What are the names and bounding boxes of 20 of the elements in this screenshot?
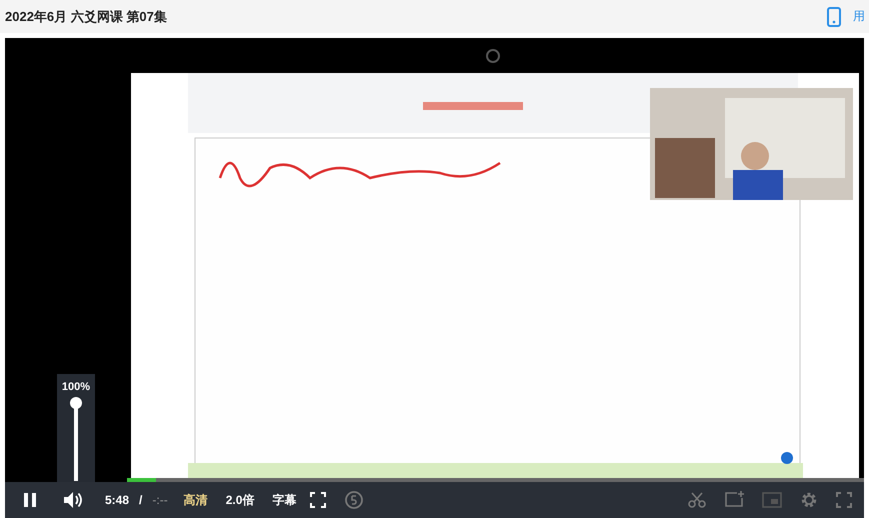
pause-button[interactable] [21, 490, 39, 510]
add-screen-icon[interactable] [724, 491, 744, 509]
progress-bar[interactable] [127, 478, 864, 482]
fullscreen-icon[interactable] [836, 492, 852, 508]
video-title: 2022年6月 六爻网课 第07集 [5, 8, 167, 26]
quality-button[interactable]: 高清 [180, 492, 212, 508]
fullscreen-window-icon[interactable] [310, 492, 326, 508]
subtitles-button[interactable]: 字幕 [268, 492, 300, 508]
duration: -:-- [152, 493, 168, 507]
volume-reading: 100% [62, 381, 90, 393]
picture-in-picture-icon[interactable] [762, 492, 782, 508]
volume-slider[interactable] [70, 397, 82, 481]
volume-icon[interactable] [63, 491, 83, 509]
speed-button[interactable]: 2.0倍 [222, 492, 258, 508]
settings-icon[interactable] [800, 491, 818, 509]
current-time: 5:48 [105, 493, 130, 507]
phone-icon[interactable] [827, 6, 841, 26]
forward-icon[interactable] [344, 490, 364, 510]
time-separator: / [139, 493, 142, 507]
scissors-icon[interactable] [688, 491, 706, 509]
